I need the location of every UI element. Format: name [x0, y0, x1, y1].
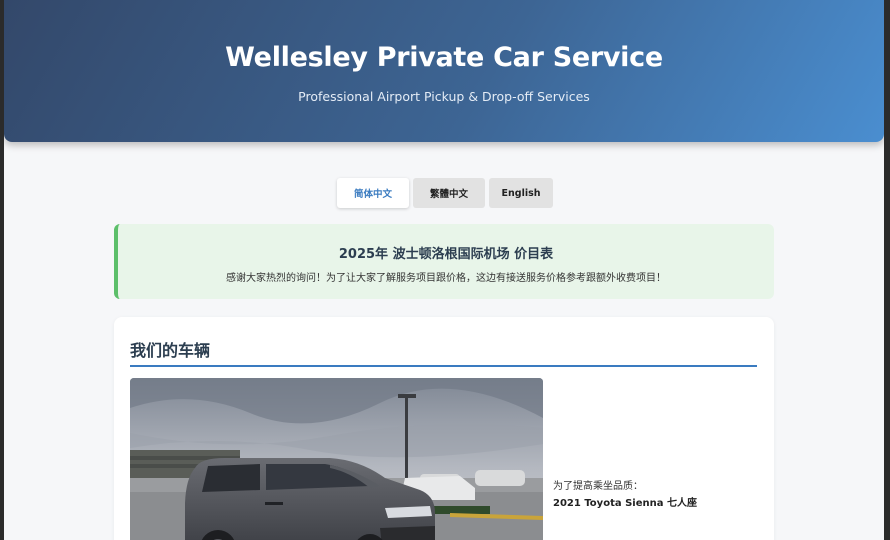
vehicle-intro: 为了提高乘坐品质：: [553, 481, 643, 492]
vehicle-description: 为了提高乘坐品质： 2021 Toyota Sienna 七人座: [553, 478, 697, 512]
page: Wellesley Private Car Service Profession…: [4, 0, 884, 540]
vehicle-model: 2021 Toyota Sienna 七人座: [553, 498, 697, 509]
site-subtitle: Professional Airport Pickup & Drop-off S…: [298, 89, 590, 104]
language-switcher: 简体中文 繁體中文 English: [337, 178, 553, 208]
vehicle-photo: [130, 378, 543, 540]
notice-text: 感谢大家热烈的询问！为了让大家了解服务项目跟价格，这边有接送服务价格参考跟额外收…: [226, 273, 666, 284]
heading-underline: [130, 365, 757, 367]
site-header: Wellesley Private Car Service Profession…: [4, 0, 884, 142]
lang-button-english[interactable]: English: [489, 178, 553, 208]
price-notice: 2025年 波士顿洛根国际机场 价目表 感谢大家热烈的询问！为了让大家了解服务项…: [114, 224, 774, 299]
lang-button-traditional-chinese[interactable]: 繁體中文: [413, 178, 485, 208]
site-title: Wellesley Private Car Service: [225, 42, 663, 73]
lang-button-simplified-chinese[interactable]: 简体中文: [337, 178, 409, 208]
section-heading: 我们的车辆: [130, 341, 211, 360]
notice-title: 2025年 波士顿洛根国际机场 价目表: [338, 247, 554, 262]
vehicles-section: 我们的车辆 为了提高乘坐品质： 2021 Toyota Sienna 七人座: [114, 317, 774, 540]
